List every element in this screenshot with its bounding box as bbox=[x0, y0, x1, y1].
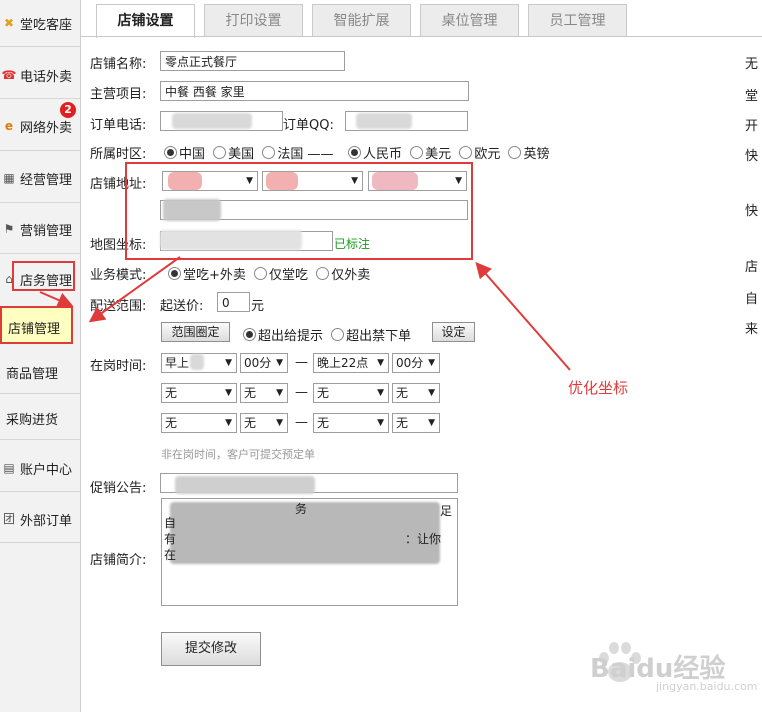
arrow-down-sidebar bbox=[39, 291, 74, 308]
arrow-to-sidebar bbox=[88, 256, 181, 323]
watermark: Baidu经验 jingyan.baidu.com bbox=[590, 640, 758, 695]
annotation-label: 优化坐标 bbox=[568, 379, 629, 397]
arrow-to-box bbox=[475, 261, 571, 371]
annotation-arrows bbox=[39, 256, 571, 371]
